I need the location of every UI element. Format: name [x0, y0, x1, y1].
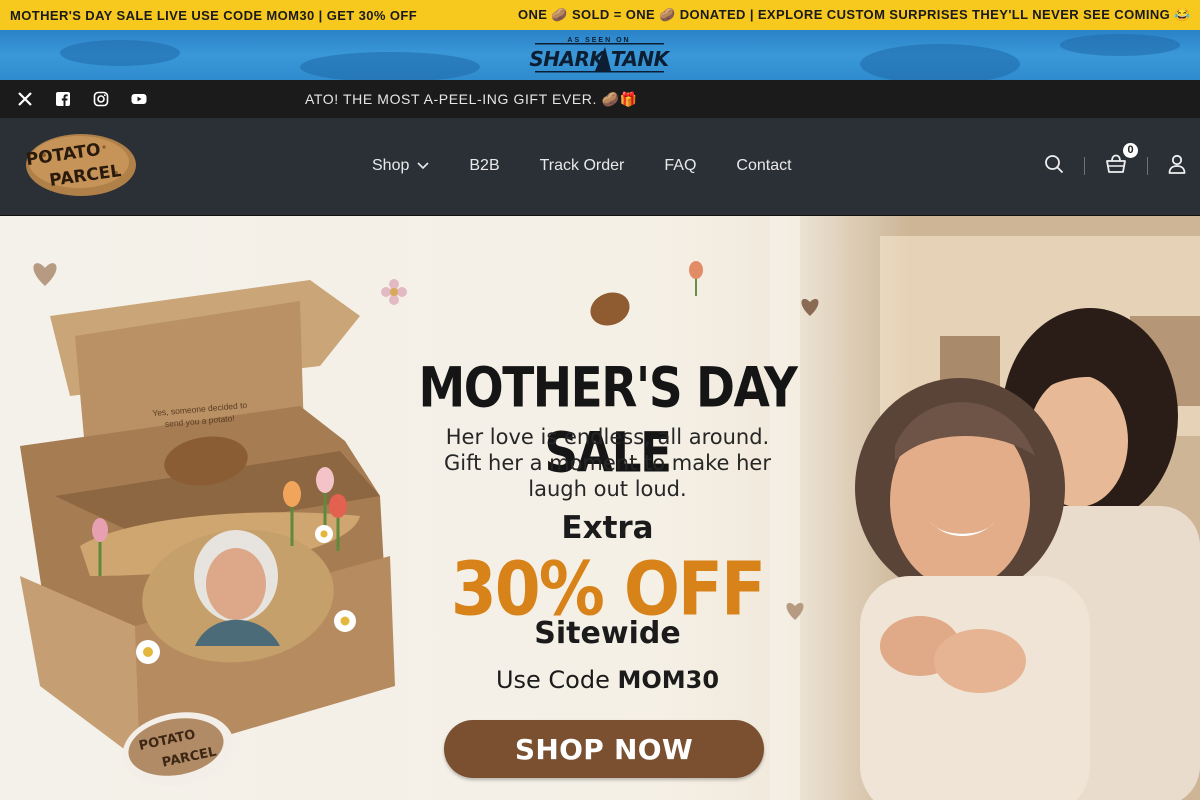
- x-icon[interactable]: [16, 90, 34, 108]
- nav-track-order[interactable]: Track Order: [540, 157, 625, 175]
- announcement-left[interactable]: MOTHER'S DAY SALE LIVE USE CODE MOM30 | …: [10, 8, 417, 23]
- instagram-icon[interactable]: [92, 90, 110, 108]
- ticker-text: ATO! THE MOST A-PEEL-ING GIFT EVER. 🥔🎁: [305, 90, 638, 107]
- cart-button[interactable]: 0: [1105, 141, 1139, 179]
- nav-contact[interactable]: Contact: [736, 157, 791, 175]
- chevron-down-icon: [417, 162, 429, 170]
- hero-sitewide: Sitewide: [534, 616, 681, 651]
- hero-subtitle-line: laugh out loud.: [528, 477, 687, 501]
- header-actions: 0: [1044, 118, 1186, 214]
- nav-faq[interactable]: FAQ: [664, 157, 696, 175]
- shark-tank-logo: AS SEEN ON SHARK TANK: [529, 37, 671, 73]
- divider: [1084, 157, 1085, 175]
- promo-code: MOM30: [617, 666, 720, 694]
- search-icon[interactable]: [1044, 154, 1064, 179]
- hero-artwork: Yes, someone decided to send you a potat…: [20, 216, 1200, 800]
- shark-tank-top: AS SEEN ON: [567, 37, 630, 44]
- hero-extra: Extra: [561, 510, 654, 546]
- main-header: POTATO PARCEL Shop B2B Track Order FAQ C…: [0, 118, 1200, 216]
- shark-tank-banner: AS SEEN ON SHARK TANK: [0, 30, 1200, 80]
- potato-parcel-logo[interactable]: POTATO PARCEL: [24, 127, 138, 199]
- account-icon[interactable]: [1168, 154, 1186, 179]
- cart-count-badge: 0: [1122, 141, 1139, 159]
- hero-subtitle-line: Her love is endless, all around.: [445, 425, 770, 449]
- divider: [1147, 157, 1148, 175]
- hero-promo-code: Use Code MOM30: [400, 666, 815, 694]
- hero-subtitle: Her love is endless, all around. Gift he…: [400, 424, 815, 502]
- announcement-bar: MOTHER'S DAY SALE LIVE USE CODE MOM30 | …: [0, 0, 1200, 30]
- main-nav: Shop B2B Track Order FAQ Contact: [372, 118, 792, 214]
- hero-banner[interactable]: Yes, someone decided to send you a potat…: [0, 216, 1200, 800]
- nav-b2b[interactable]: B2B: [469, 157, 499, 175]
- nav-shop[interactable]: Shop: [372, 157, 429, 175]
- announcement-right[interactable]: ONE 🥔 SOLD = ONE 🥔 DONATED | EXPLORE CUS…: [518, 7, 1191, 23]
- hero-subtitle-line: Gift her a moment to make her: [444, 451, 771, 475]
- shop-now-button[interactable]: SHOP NOW: [444, 720, 764, 778]
- social-bar: ATO! THE MOST A-PEEL-ING GIFT EVER. 🥔🎁: [0, 80, 1200, 118]
- youtube-icon[interactable]: [130, 90, 148, 108]
- facebook-icon[interactable]: [54, 90, 72, 108]
- nav-shop-label: Shop: [372, 157, 410, 174]
- promo-prefix: Use Code: [495, 666, 618, 694]
